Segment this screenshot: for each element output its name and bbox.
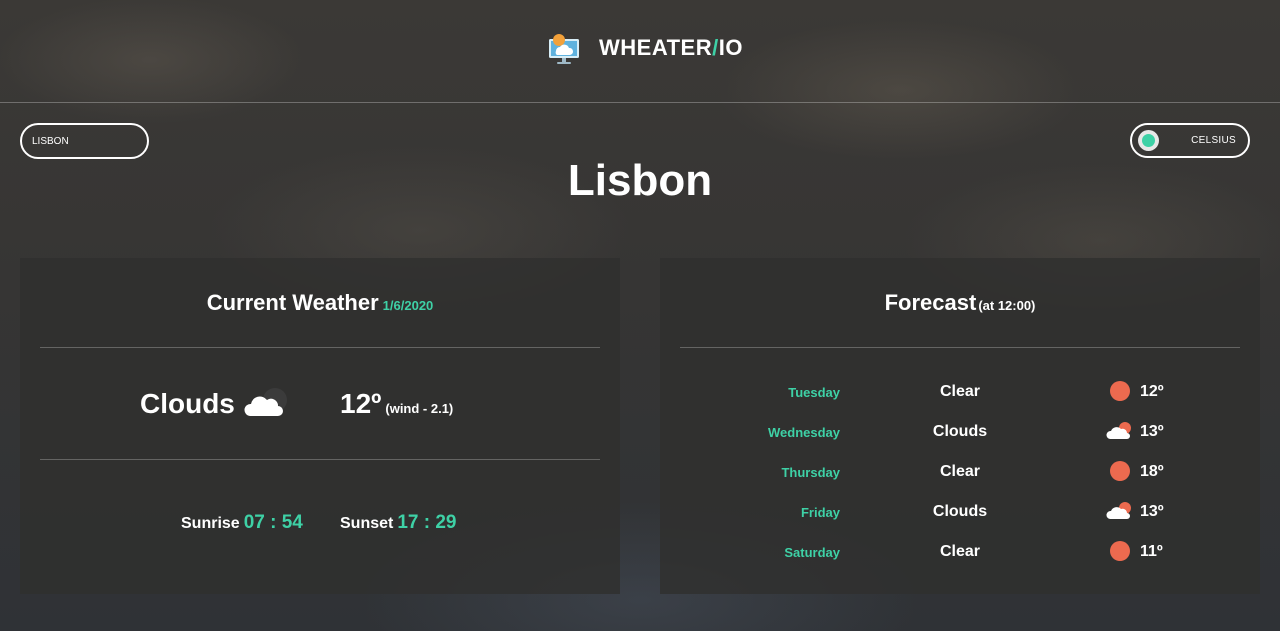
- forecast-condition: Clear: [939, 463, 981, 480]
- current-conditions: Clouds 12º (wind - 2.1): [20, 386, 620, 422]
- forecast-condition: Clear: [939, 383, 981, 400]
- sunset: Sunset 17 : 29: [340, 512, 457, 533]
- sunset-time: 17 : 29: [397, 512, 457, 533]
- current-date: 1/6/2020: [382, 298, 434, 313]
- forecast-row: Wednesday Clouds 13º: [660, 416, 1260, 456]
- forecast-card: Forecast (at 12:00) Tuesday Clear 12º Wed…: [660, 258, 1260, 594]
- current-weather-card: Current Weather 1/6/2020 Clouds 12º (wind …: [20, 258, 620, 594]
- unit-label: CELSIUS: [1191, 135, 1236, 146]
- forecast-day: Tuesday: [788, 385, 840, 400]
- sunrise-time: 07 : 54: [243, 512, 303, 533]
- forecast-heading: Forecast (at 12:00): [884, 290, 1036, 315]
- divider: [40, 347, 600, 348]
- forecast-subtitle: (at 12:00): [978, 298, 1036, 313]
- clouds-icon: [1106, 502, 1131, 519]
- app-header: WHEATER/IO: [0, 0, 1280, 103]
- sunrise: Sunrise 07 : 54: [181, 512, 303, 533]
- city-search-input[interactable]: [20, 123, 149, 159]
- forecast-day: Thursday: [781, 465, 840, 480]
- sun-icon: [1110, 381, 1130, 401]
- unit-toggle[interactable]: CELSIUS: [1130, 123, 1250, 158]
- current-temperature: 12º (wind - 2.1): [340, 388, 454, 419]
- forecast-condition: Clouds: [932, 503, 988, 520]
- toggle-knob[interactable]: [1138, 130, 1159, 151]
- sun-icon: [1110, 541, 1130, 561]
- app-title: WHEATER/IO: [599, 35, 743, 60]
- forecast-row: Saturday Clear 11º: [660, 536, 1260, 576]
- forecast-day: Friday: [800, 505, 840, 520]
- current-wind: (wind - 2.1): [385, 401, 454, 416]
- forecast-temp: 13º: [1140, 503, 1164, 520]
- sun-icon: [1110, 461, 1130, 481]
- divider: [680, 347, 1240, 348]
- forecast-day: Saturday: [784, 545, 840, 560]
- current-weather-heading: Current Weather 1/6/2020: [206, 290, 434, 315]
- forecast-row: Friday Clouds 13º: [660, 496, 1260, 536]
- forecast-list: Tuesday Clear 12º Wednesday Clouds 13º T…: [660, 376, 1260, 576]
- divider: [40, 459, 600, 460]
- weather-monitor-icon: [549, 34, 580, 64]
- forecast-day: Wednesday: [767, 425, 840, 440]
- forecast-temp: 18º: [1140, 463, 1164, 480]
- clouds-icon: [1106, 422, 1131, 439]
- forecast-temp: 11º: [1140, 543, 1163, 560]
- forecast-row: Tuesday Clear 12º: [660, 376, 1260, 416]
- current-condition: Clouds: [140, 388, 235, 419]
- sun-times: Sunrise 07 : 54 Sunset 17 : 29: [20, 512, 620, 536]
- forecast-temp: 12º: [1140, 383, 1164, 400]
- city-title: Lisbon: [567, 156, 713, 205]
- forecast-condition: Clear: [939, 543, 981, 560]
- forecast-row: Thursday Clear 18º: [660, 456, 1260, 496]
- forecast-temp: 13º: [1140, 423, 1164, 440]
- brand[interactable]: WHEATER/IO: [547, 31, 743, 65]
- clouds-icon: [244, 388, 287, 416]
- forecast-condition: Clouds: [932, 423, 988, 440]
